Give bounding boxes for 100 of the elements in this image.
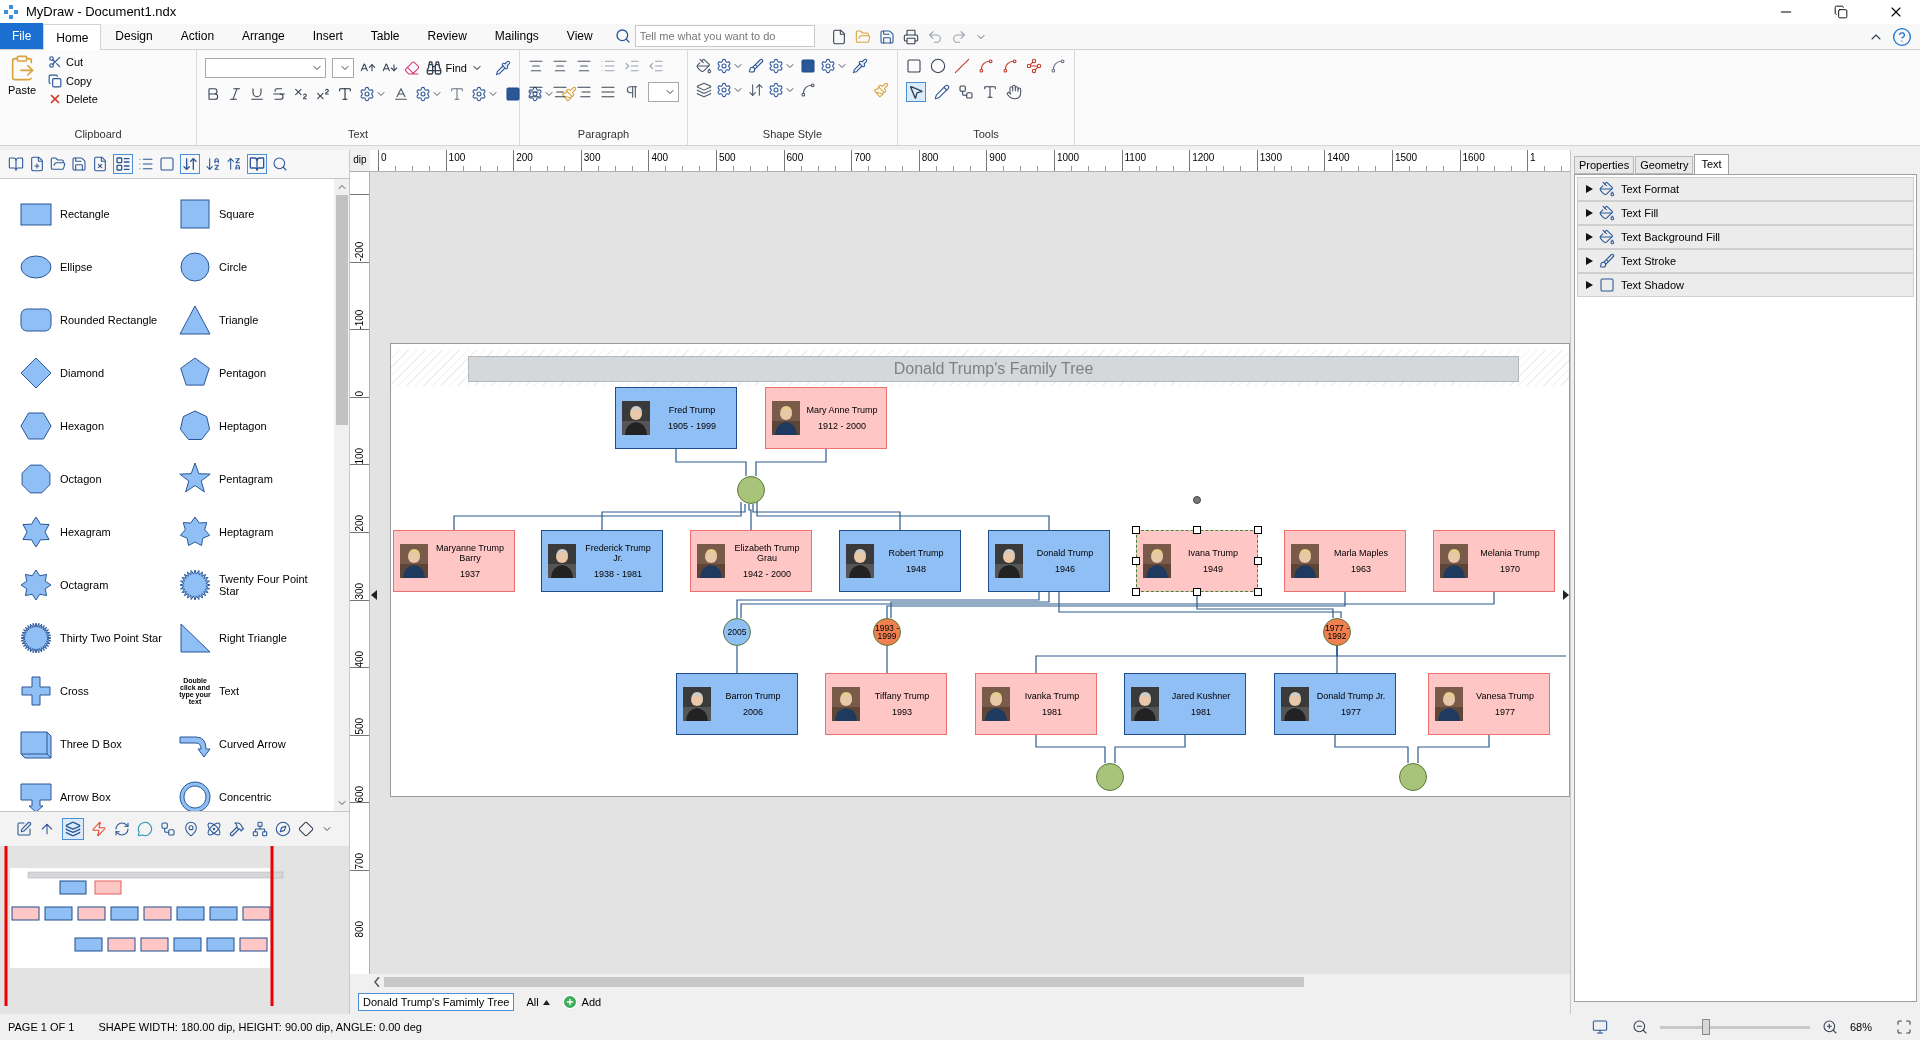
ribbon-tab[interactable]: Arrange bbox=[228, 23, 299, 49]
person-node[interactable]: Elizabeth Trump Grau 1942 - 2000 bbox=[690, 530, 812, 592]
property-section[interactable]: Text Fill bbox=[1577, 201, 1914, 225]
add-page-button[interactable]: Add bbox=[561, 993, 602, 1011]
shape-label[interactable]: Pentagram bbox=[219, 472, 329, 485]
shape-label[interactable]: Arrow Box bbox=[60, 790, 170, 803]
person-node[interactable]: Melania Trump 1970 bbox=[1433, 530, 1555, 592]
person-years: 1942 - 2000 bbox=[742, 569, 791, 579]
person-node[interactable]: Marla Maples 1963 bbox=[1284, 530, 1406, 592]
person-node[interactable]: Frederick Trump Jr. 1938 - 1981 bbox=[541, 530, 663, 592]
ruler-label: 300 bbox=[353, 581, 366, 600]
person-name: Elizabeth Trump Grau bbox=[733, 543, 801, 563]
ribbon-tab[interactable]: Design bbox=[101, 23, 167, 49]
shape-label[interactable]: Hexagon bbox=[60, 419, 170, 432]
property-section[interactable]: Text Format bbox=[1577, 177, 1914, 201]
person-node[interactable]: Vanesa Trump 1977 bbox=[1428, 673, 1550, 735]
ribbon-tab[interactable]: Home bbox=[43, 24, 102, 50]
shape-label[interactable]: Diamond bbox=[60, 366, 170, 379]
shape-label[interactable]: Octagram bbox=[60, 578, 170, 591]
ruler-label: 400 bbox=[353, 649, 366, 668]
property-section[interactable]: Text Shadow bbox=[1577, 273, 1914, 297]
page-tab[interactable]: Donald Trump's Famimly Tree bbox=[358, 993, 515, 1011]
person-node[interactable]: Mary Anne Trump 1912 - 2000 bbox=[765, 387, 887, 449]
shape-label[interactable]: Rectangle bbox=[60, 207, 170, 220]
person-name: Ivanka Trump bbox=[1024, 691, 1080, 701]
shape-label[interactable]: Cross bbox=[60, 684, 170, 697]
shape-label[interactable]: Three D Box bbox=[60, 737, 170, 750]
person-years: 1905 - 1999 bbox=[667, 421, 716, 431]
person-node[interactable]: Donald Trump Jr. 1977 bbox=[1274, 673, 1396, 735]
ruler-label: 900 bbox=[988, 152, 1007, 163]
ruler-label: 700 bbox=[853, 152, 871, 163]
shape-label[interactable]: Triangle bbox=[219, 313, 329, 326]
person-name: Frederick Trump Jr. bbox=[584, 543, 652, 563]
file-tab[interactable]: File bbox=[0, 23, 44, 49]
panel-tab[interactable]: Text bbox=[1694, 154, 1729, 174]
search-field[interactable]: Tell me what you want to do bbox=[634, 25, 815, 47]
shape-label[interactable]: Circle bbox=[219, 260, 329, 273]
ruler-label: 1000 bbox=[1055, 152, 1080, 163]
ruler-label: 0 bbox=[380, 152, 387, 163]
person-name: Fred Trump bbox=[668, 405, 716, 415]
ruler-label: 200 bbox=[353, 514, 366, 532]
ruler-label: 200 bbox=[515, 152, 533, 163]
shape-label[interactable]: Curved Arrow bbox=[219, 737, 329, 750]
ruler-label: 400 bbox=[650, 152, 669, 163]
shape-label[interactable]: Rounded Rectangle bbox=[60, 313, 170, 326]
shape-label[interactable]: Octagon bbox=[60, 472, 170, 485]
person-node[interactable]: Tiffany Trump 1993 bbox=[825, 673, 947, 735]
ruler-label: 0 bbox=[353, 390, 366, 397]
person-node[interactable]: Donald Trump 1946 bbox=[988, 530, 1110, 592]
panel-tab[interactable]: Geometry bbox=[1635, 156, 1694, 174]
shape-label[interactable]: Square bbox=[219, 207, 329, 220]
group-label: Tools bbox=[972, 126, 1000, 142]
person-node[interactable]: Robert Trump 1948 bbox=[839, 530, 961, 592]
person-years: 1977 bbox=[1341, 707, 1361, 717]
person-node[interactable]: Fred Trump 1905 - 1999 bbox=[615, 387, 737, 449]
person-name: Donald Trump Jr. bbox=[1316, 691, 1386, 701]
property-section[interactable]: Text Background Fill bbox=[1577, 225, 1914, 249]
shape-label[interactable]: Right Triangle bbox=[219, 631, 329, 644]
find-button[interactable]: Find bbox=[425, 59, 483, 77]
paste-button[interactable]: Paste bbox=[4, 54, 40, 108]
person-name: Barron Trump bbox=[725, 691, 781, 701]
copy-button[interactable]: Copy bbox=[48, 72, 98, 89]
shape-label[interactable]: Heptagon bbox=[219, 419, 329, 432]
ribbon-tab[interactable]: Table bbox=[356, 23, 414, 49]
shape-label[interactable]: Ellipse bbox=[60, 260, 170, 273]
delete-button[interactable]: Delete bbox=[48, 91, 98, 108]
panel-tab[interactable]: Properties bbox=[1574, 156, 1635, 174]
shape-label[interactable]: Twenty Four Point Star bbox=[219, 572, 329, 597]
person-node[interactable]: Jared Kushner 1981 bbox=[1124, 673, 1246, 735]
ruler-label: 1 bbox=[1529, 152, 1536, 163]
page-filter-button[interactable]: All bbox=[526, 993, 550, 1011]
person-node[interactable]: Ivanka Trump 1981 bbox=[975, 673, 1097, 735]
person-name: Melania Trump bbox=[1480, 548, 1540, 558]
ribbon-tab[interactable]: Mailings bbox=[480, 23, 553, 49]
ruler-label: 500 bbox=[353, 717, 366, 735]
group-label: Clipboard bbox=[73, 126, 123, 142]
shape-label[interactable]: Thirty Two Point Star bbox=[60, 631, 170, 644]
shape-label[interactable]: Text bbox=[219, 684, 329, 697]
person-years: 1938 - 1981 bbox=[593, 569, 642, 579]
ruler-unit: dip bbox=[350, 150, 370, 171]
ruler-label: 800 bbox=[353, 919, 366, 938]
union-years: 1977 - 1992 bbox=[1324, 624, 1350, 640]
cut-button[interactable]: Cut bbox=[48, 54, 98, 71]
ruler-label: 1400 bbox=[1326, 152, 1350, 163]
ribbon-tab[interactable]: Insert bbox=[298, 23, 357, 49]
person-years: 1949 bbox=[1203, 564, 1223, 574]
shape-label[interactable]: Pentagon bbox=[219, 366, 329, 379]
ruler-label: -100 bbox=[353, 308, 366, 330]
shape-info: SHAPE WIDTH: 180.00 dip, HEIGHT: 90.00 dip, ANGLE: 0.00 deg bbox=[98, 1019, 422, 1035]
shape-label[interactable]: Hexagram bbox=[60, 525, 170, 538]
person-node[interactable]: Barron Trump 2006 bbox=[676, 673, 798, 735]
ribbon-tab[interactable]: Action bbox=[166, 23, 229, 49]
person-node[interactable]: Maryanne Trump Barry 1937 bbox=[393, 530, 515, 592]
ruler-label: 100 bbox=[447, 152, 466, 163]
shape-label[interactable]: Heptagram bbox=[219, 525, 329, 538]
property-section[interactable]: Text Stroke bbox=[1577, 249, 1914, 273]
ribbon-tab[interactable]: View bbox=[552, 23, 607, 49]
person-node[interactable]: Ivana Trump 1949 bbox=[1136, 530, 1258, 592]
ribbon-tab[interactable]: Review bbox=[413, 23, 481, 49]
shape-label[interactable]: Concentric bbox=[219, 790, 329, 803]
